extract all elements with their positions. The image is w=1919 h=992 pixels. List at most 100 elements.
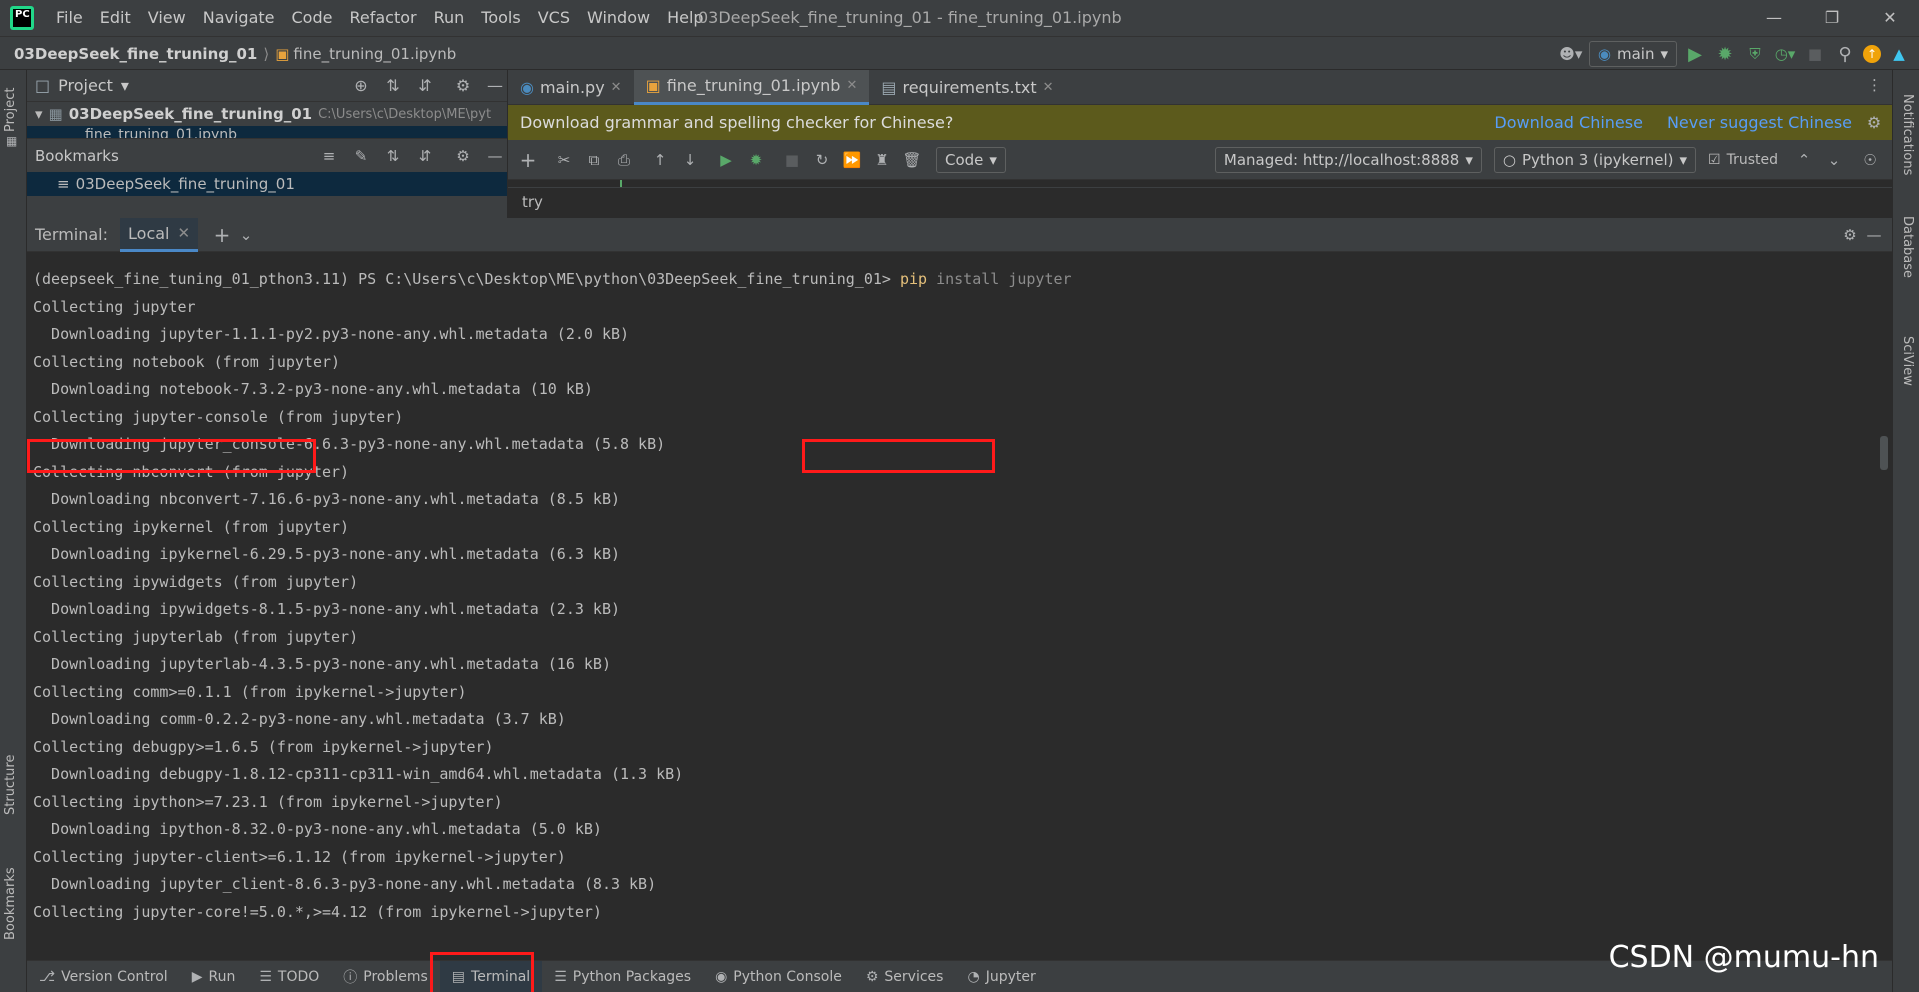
terminal-output[interactable]: (deepseek_fine_tuning_01_pthon3.11) PS C…: [27, 252, 1892, 960]
hide-icon[interactable]: —: [483, 74, 507, 98]
highlight-box-terminal-tab: [430, 952, 534, 992]
database-tool-button[interactable]: Database: [1900, 216, 1915, 278]
jupyter-server-select[interactable]: Managed: http://localhost:8888 ▾: [1214, 146, 1482, 173]
more-tabs-icon[interactable]: ⋮: [1867, 76, 1882, 94]
run-icon[interactable]: ▶: [1683, 42, 1707, 66]
edit-icon[interactable]: ✎: [349, 144, 373, 168]
debug-icon[interactable]: ✹: [1713, 42, 1737, 66]
cut-icon[interactable]: ✂: [552, 148, 576, 172]
close-tab-icon[interactable]: ✕: [177, 224, 190, 242]
user-icon[interactable]: ☻▾: [1559, 42, 1583, 66]
menu-tools[interactable]: Tools: [481, 0, 520, 36]
notebook-cell[interactable]: try: [508, 180, 1892, 218]
restore-icon[interactable]: ❐: [1803, 0, 1861, 36]
close-icon[interactable]: ✕: [1861, 0, 1919, 36]
move-down-icon[interactable]: ↓: [678, 148, 702, 172]
locate-icon[interactable]: ⊕: [349, 74, 373, 98]
tool-window-problems[interactable]: ⓘ Problems: [331, 961, 440, 992]
run-configuration-select[interactable]: ◉ main ▾: [1588, 41, 1677, 67]
menu-code[interactable]: Code: [292, 0, 333, 36]
tool-window-run[interactable]: ▶ Run: [180, 961, 248, 992]
gear-icon[interactable]: ⚙: [451, 74, 475, 98]
tool-window-jupyter[interactable]: ◔ Jupyter: [955, 961, 1047, 992]
search-icon[interactable]: ⚲: [1833, 42, 1857, 66]
terminal-scrollbar-thumb[interactable]: [1880, 436, 1888, 470]
cell-type-select[interactable]: Code ▾: [936, 146, 1006, 173]
update-icon[interactable]: ↑: [1863, 45, 1881, 63]
tool-window-services[interactable]: ⚙ Services: [854, 961, 956, 992]
restart-kernel-icon[interactable]: ↻: [810, 148, 834, 172]
expand-all-icon[interactable]: ⇅: [381, 74, 405, 98]
kernel-select[interactable]: ○ Python 3 (ipykernel) ▾: [1493, 146, 1697, 173]
bookmark-item[interactable]: ≡ 03DeepSeek_fine_truning_01: [27, 172, 507, 196]
editor-tab-fine-truning-01-ipynb[interactable]: ▣ fine_truning_01.ipynb ✕: [633, 69, 870, 105]
jetbrains-ai-icon[interactable]: ▲: [1887, 42, 1911, 66]
never-suggest-link[interactable]: Never suggest Chinese: [1667, 113, 1852, 132]
terminal-tab-local[interactable]: Local ✕: [120, 217, 199, 252]
close-tab-icon[interactable]: ✕: [846, 78, 857, 93]
menu-vcs[interactable]: VCS: [538, 0, 570, 36]
stop-icon[interactable]: ■: [1803, 42, 1827, 66]
left-tool-strip: Project ▦ Structure Bookmarks: [0, 70, 27, 992]
project-tool-button[interactable]: Project: [3, 88, 18, 132]
next-cell-icon[interactable]: ⌄: [1822, 148, 1846, 172]
clear-outputs-icon[interactable]: ♜: [870, 148, 894, 172]
close-tab-icon[interactable]: ✕: [611, 80, 622, 95]
hide-icon[interactable]: —: [1862, 223, 1886, 247]
tool-window-python-console[interactable]: ◉ Python Console: [703, 961, 854, 992]
previous-cell-icon[interactable]: ⌃: [1792, 148, 1816, 172]
tool-window-python-packages[interactable]: ☰ Python Packages: [542, 961, 703, 992]
gear-icon[interactable]: ⚙: [451, 144, 475, 168]
bookmarks-tool-button[interactable]: Bookmarks: [3, 867, 18, 940]
close-tab-icon[interactable]: ✕: [1043, 80, 1054, 95]
globe-icon[interactable]: ☉: [1858, 148, 1882, 172]
trusted-checkbox[interactable]: ☑: [1708, 152, 1721, 168]
terminal-prompt-line: (deepseek_fine_tuning_01_pthon3.11) PS C…: [33, 266, 1892, 294]
add-bookmark-icon[interactable]: ≡: [317, 144, 341, 168]
project-child-node[interactable]: fine_truning_01.ipynb: [27, 126, 507, 138]
download-chinese-link[interactable]: Download Chinese: [1494, 113, 1643, 132]
menu-refactor[interactable]: Refactor: [349, 0, 416, 36]
menu-navigate[interactable]: Navigate: [203, 0, 275, 36]
tool-window-version-control[interactable]: ⎇ Version Control: [27, 961, 180, 992]
minimize-icon[interactable]: —: [1745, 0, 1803, 36]
menu-run[interactable]: Run: [434, 0, 465, 36]
chevron-down-icon[interactable]: ⌄: [234, 223, 258, 247]
interrupt-icon[interactable]: ■: [780, 148, 804, 172]
notifications-tool-button[interactable]: Notifications: [1900, 94, 1915, 175]
breadcrumb-file[interactable]: fine_truning_01.ipynb: [293, 45, 456, 63]
project-panel-title[interactable]: Project: [58, 76, 113, 95]
hide-icon[interactable]: —: [483, 144, 507, 168]
coverage-icon[interactable]: ⛨: [1743, 42, 1767, 66]
collapse-all-icon[interactable]: ⇵: [413, 74, 437, 98]
chevron-down-icon[interactable]: ▾: [121, 76, 129, 95]
tool-window-todo[interactable]: ☰ TODO: [247, 961, 331, 992]
profile-icon[interactable]: ◷▾: [1773, 42, 1797, 66]
run-all-icon[interactable]: ⏩: [840, 148, 864, 172]
expand-all-icon[interactable]: ⇅: [381, 144, 405, 168]
paste-icon[interactable]: ⎙: [612, 148, 636, 172]
run-cell-icon[interactable]: ▶: [714, 148, 738, 172]
sciview-tool-button[interactable]: SciView: [1900, 336, 1915, 386]
structure-tool-button[interactable]: Structure: [3, 755, 18, 815]
menu-edit[interactable]: Edit: [100, 0, 131, 36]
copy-icon[interactable]: ⧉: [582, 148, 606, 172]
project-root-node[interactable]: ▾ ▦ 03DeepSeek_fine_truning_01 C:\Users\…: [27, 102, 507, 126]
editor-tab-requirements-txt[interactable]: ▤ requirements.txt ✕: [869, 70, 1065, 105]
debug-cell-icon[interactable]: ✹: [744, 148, 768, 172]
pycharm-logo-icon: PC: [10, 6, 34, 30]
add-cell-icon[interactable]: +: [516, 148, 540, 172]
breadcrumb-project[interactable]: 03DeepSeek_fine_truning_01: [14, 45, 257, 63]
folder-icon: ▦: [48, 105, 63, 123]
new-terminal-icon[interactable]: +: [210, 223, 234, 247]
gear-icon[interactable]: ⚙: [1862, 111, 1886, 135]
editor-tab-main-py[interactable]: ◉ main.py ✕: [508, 70, 634, 105]
delete-icon[interactable]: 🗑: [900, 148, 924, 172]
move-up-icon[interactable]: ↑: [648, 148, 672, 172]
gear-icon[interactable]: ⚙: [1838, 223, 1862, 247]
menu-window[interactable]: Window: [587, 0, 650, 36]
menu-view[interactable]: View: [148, 0, 186, 36]
collapse-all-icon[interactable]: ⇵: [413, 144, 437, 168]
menu-file[interactable]: File: [56, 0, 83, 36]
bookmarks-panel-title[interactable]: Bookmarks: [35, 147, 119, 165]
